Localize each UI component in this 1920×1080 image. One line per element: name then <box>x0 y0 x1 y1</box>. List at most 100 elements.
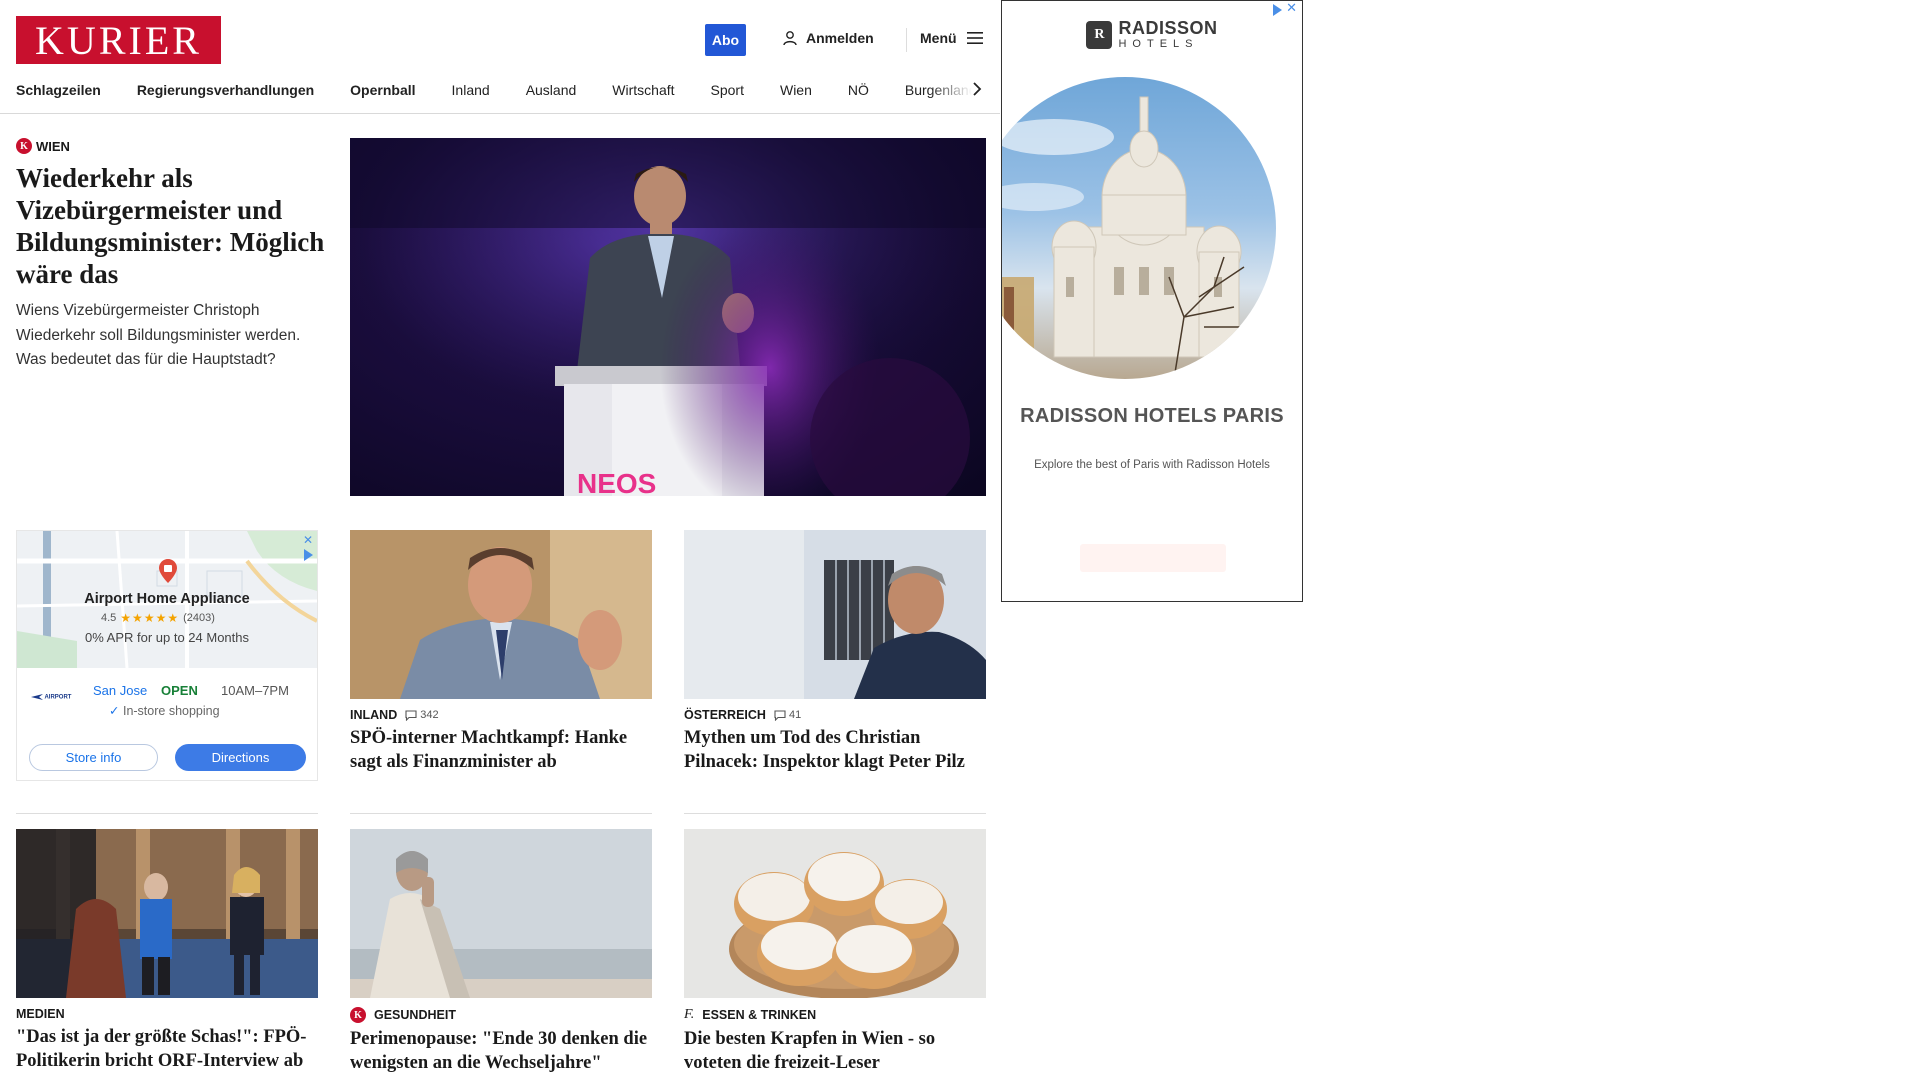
freizeit-icon: f. <box>684 1007 695 1022</box>
ad-offer: 0% APR for up to 24 Months <box>84 630 250 645</box>
user-icon <box>783 31 797 46</box>
article-title[interactable]: Perimenopause: "Ende 30 denken die wenig… <box>350 1027 652 1075</box>
podium-neos-text: NEOS <box>577 468 656 496</box>
ad-store-details: AIRPORT San Jose OPEN 10AM–7PM ✓ In-stor… <box>31 681 311 721</box>
article-title[interactable]: Mythen um Tod des Christian Pilnacek: In… <box>684 726 986 774</box>
star-rating-icon: ★★★★★ <box>120 611 180 625</box>
article-image[interactable] <box>684 530 986 699</box>
ad-feature-label: In-store shopping <box>122 704 220 718</box>
nav-item-schlagzeilen[interactable]: Schlagzeilen <box>16 82 119 98</box>
kurier-logo[interactable]: KURIER <box>16 16 221 64</box>
nav-item-sport[interactable]: Sport <box>693 82 762 98</box>
section-nav: Schlagzeilen Regierungsverhandlungen Ope… <box>16 78 982 102</box>
hero-photo-illustration: NEOS <box>350 138 986 496</box>
ad-feature: ✓ In-store shopping <box>109 703 220 718</box>
menu-button[interactable]: Menü <box>920 30 983 46</box>
ad-rating: 4.5 ★★★★★ (2403) <box>101 611 215 625</box>
card-divider <box>684 813 986 814</box>
comment-icon <box>774 709 786 721</box>
article-image[interactable] <box>350 530 652 699</box>
article-image[interactable] <box>16 829 318 998</box>
article-image[interactable] <box>350 829 652 998</box>
ad-map[interactable]: ✕ Airport Home Appliance 4.5 ★★★★★ (2403… <box>17 531 317 668</box>
article-photo-illustration <box>684 829 986 998</box>
nav-item-inland[interactable]: Inland <box>434 82 508 98</box>
article-category[interactable]: ÖSTERREICH <box>684 708 766 722</box>
login-button[interactable]: Anmelden <box>782 30 874 46</box>
article-card[interactable]: MEDIEN "Das ist ja der größte Schas!": F… <box>16 829 318 1073</box>
article-category[interactable]: ESSEN & TRINKEN <box>702 1008 816 1022</box>
plane-icon <box>31 694 43 700</box>
chevron-right-icon <box>973 82 982 96</box>
nav-scroll-right-button[interactable] <box>968 78 986 100</box>
hero-lead: Wiens Vizebürgermeister Christoph Wieder… <box>16 302 301 368</box>
nav-item-wien[interactable]: Wien <box>762 82 830 98</box>
article-category[interactable]: MEDIEN <box>16 1007 65 1021</box>
card-divider <box>16 813 318 814</box>
local-map-ad[interactable]: ✕ Airport Home Appliance 4.5 ★★★★★ (2403… <box>16 530 318 781</box>
directions-button[interactable]: Directions <box>175 744 306 771</box>
comment-icon <box>405 709 417 721</box>
article-photo-illustration <box>350 530 652 699</box>
abo-button[interactable]: Abo <box>705 24 746 56</box>
ad-description: Explore the best of Paris with Radisson … <box>1034 459 1270 471</box>
article-category[interactable]: GESUNDHEIT <box>374 1008 456 1022</box>
ad-headline[interactable]: RADISSON HOTELS PARIS <box>1002 406 1302 427</box>
article-title[interactable]: SPÖ-interner Machtkampf: Hanke sagt als … <box>350 726 652 774</box>
nav-item-ausland[interactable]: Ausland <box>508 82 595 98</box>
article-meta: MEDIEN <box>16 1007 318 1021</box>
map-pin-icon <box>159 559 177 583</box>
ad-close-icon[interactable]: ✕ <box>1286 1 1297 16</box>
radisson-logo: R RADISSON HOTELS <box>1002 19 1302 50</box>
login-label: Anmelden <box>806 30 874 46</box>
article-card[interactable]: K GESUNDHEIT Perimenopause: "Ende 30 den… <box>350 829 652 1075</box>
hamburger-icon <box>966 32 983 44</box>
store-info-button[interactable]: Store info <box>29 744 158 771</box>
article-meta: ÖSTERREICH 41 <box>684 708 986 722</box>
article-title[interactable]: Die besten Krapfen in Wien - so voteten … <box>684 1027 986 1075</box>
radisson-brand-sub: HOTELS <box>1118 38 1199 50</box>
article-image[interactable] <box>684 829 986 998</box>
ad-hours: 10AM–7PM <box>221 683 289 698</box>
hero-image[interactable]: NEOS <box>350 138 986 496</box>
hero-article[interactable]: K WIEN Wiederkehr als Vizebürgermeister … <box>16 138 326 373</box>
airport-logo-text: AIRPORT <box>44 694 72 701</box>
review-count: (2403) <box>183 612 215 624</box>
article-card[interactable]: f. ESSEN & TRINKEN Die besten Krapfen in… <box>684 829 986 1075</box>
adchoices-icon[interactable] <box>304 549 313 561</box>
ad-paris-image[interactable] <box>1002 77 1276 379</box>
article-title[interactable]: "Das ist ja der größte Schas!": FPÖ-Poli… <box>16 1025 318 1073</box>
nav-item-wirtschaft[interactable]: Wirtschaft <box>594 82 692 98</box>
site-header: KURIER Abo Anmelden Menü Schlagzeilen Re… <box>0 0 1000 114</box>
nav-item-regierungsverhandlungen[interactable]: Regierungsverhandlungen <box>119 82 332 98</box>
rating-value: 4.5 <box>101 612 117 624</box>
ad-city[interactable]: San Jose <box>93 683 147 698</box>
kurier-plus-badge-icon: K <box>16 138 32 154</box>
ad-open-status: OPEN <box>161 683 198 698</box>
menu-label: Menü <box>920 30 957 46</box>
hero-kicker: K WIEN <box>16 138 326 154</box>
comment-count-value: 342 <box>420 709 439 721</box>
article-category[interactable]: INLAND <box>350 708 397 722</box>
article-card[interactable]: ÖSTERREICH 41 Mythen um Tod des Christia… <box>684 530 986 774</box>
hero-title[interactable]: Wiederkehr als Vizebürgermeister und Bil… <box>16 162 326 290</box>
nav-item-noe[interactable]: NÖ <box>830 82 887 98</box>
article-card[interactable]: INLAND 342 SPÖ-interner Machtkampf: Hank… <box>350 530 652 774</box>
ad-cta-button[interactable] <box>1080 544 1226 572</box>
article-meta: f. ESSEN & TRINKEN <box>684 1007 986 1023</box>
ad-store-name: Airport Home Appliance <box>84 591 250 607</box>
comment-count[interactable]: 342 <box>405 709 439 721</box>
article-photo-illustration <box>684 530 986 699</box>
article-photo-illustration <box>16 829 318 998</box>
hero-category: WIEN <box>36 138 70 154</box>
ad-close-icon[interactable]: ✕ <box>303 533 313 547</box>
adchoices-icon[interactable] <box>1273 4 1282 16</box>
radisson-logo-mark-icon: R <box>1086 20 1113 49</box>
kurier-plus-badge-icon: K <box>350 1007 366 1023</box>
article-photo-illustration <box>350 829 652 998</box>
header-divider <box>906 28 907 52</box>
radisson-ad[interactable]: ✕ R RADISSON HOTELS RADISSON HOTELS PARI… <box>1001 0 1303 602</box>
nav-item-opernball[interactable]: Opernball <box>332 82 433 98</box>
comment-count-value: 41 <box>788 709 802 721</box>
comment-count[interactable]: 41 <box>774 709 801 721</box>
